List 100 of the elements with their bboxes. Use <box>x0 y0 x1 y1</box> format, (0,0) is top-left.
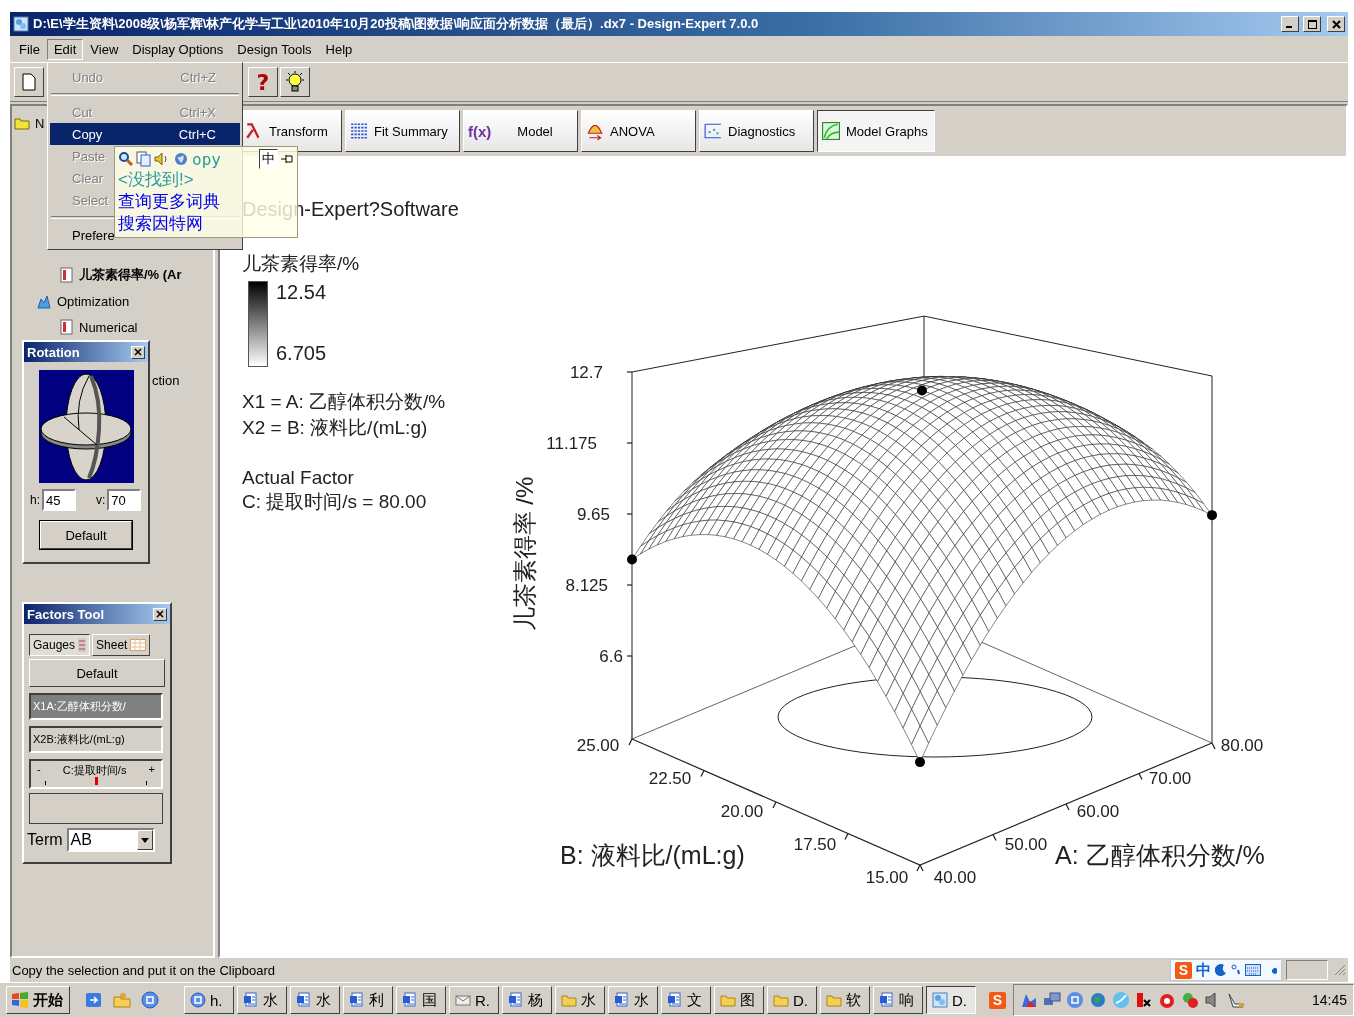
moon-icon[interactable] <box>1215 964 1227 976</box>
search-icon[interactable] <box>118 151 134 167</box>
mode-toggle[interactable]: 中 <box>259 149 278 169</box>
list-icon <box>350 122 368 140</box>
link[interactable]: 搜索因特网 <box>118 213 294 235</box>
taskbar-button[interactable]: 水 <box>290 986 340 1014</box>
status-panel <box>1286 960 1328 980</box>
close-button[interactable] <box>1327 16 1345 32</box>
app-icon <box>13 16 29 32</box>
pin-icon[interactable] <box>280 153 294 165</box>
help-button[interactable]: ? <box>248 67 278 97</box>
taskbar-button[interactable]: 图 <box>714 986 764 1014</box>
factor-gauge[interactable]: - C:提取时间/s + <box>29 759 163 789</box>
document-icon <box>508 992 524 1008</box>
default-button[interactable]: Default <box>40 521 132 549</box>
tab[interactable]: Diagnostics <box>699 110 814 152</box>
menu-item[interactable]: Help <box>318 38 360 60</box>
tab[interactable]: Fit Summary <box>345 110 460 152</box>
document-icon <box>402 992 418 1008</box>
taskbar-button[interactable]: 软 <box>820 986 870 1014</box>
close-button[interactable] <box>153 607 167 621</box>
vertical-angle-field[interactable]: 70 <box>107 489 142 511</box>
scale-label: 12.54 <box>276 281 327 304</box>
menu-item[interactable]: Design Tools <box>230 38 319 60</box>
menu-item[interactable]: File <box>12 38 47 60</box>
start-button[interactable]: 开始 <box>6 986 70 1014</box>
lightbulb-icon <box>285 71 305 93</box>
tip-button[interactable] <box>280 67 310 97</box>
globe-icon[interactable] <box>172 151 190 167</box>
tab[interactable]: ANOVA <box>581 110 696 152</box>
taskbar-button[interactable]: R. <box>449 986 499 1014</box>
globe-icon[interactable] <box>1089 991 1107 1009</box>
usb-device-icon[interactable] <box>1227 991 1245 1009</box>
horizontal-angle-field[interactable]: 45 <box>42 489 76 511</box>
tab[interactable]: f(x) Model <box>463 110 578 152</box>
tree-node-icon <box>58 319 74 335</box>
close-button[interactable] <box>131 345 145 359</box>
app-icon[interactable] <box>141 991 159 1009</box>
minimize-button[interactable] <box>1281 16 1299 32</box>
keyboard-icon[interactable] <box>1245 964 1261 976</box>
panel-title: Rotation <box>27 344 80 360</box>
factor-row[interactable]: X2B:液料比/(mL:g) <box>29 726 163 753</box>
desktop-shortcut-icon[interactable] <box>85 991 103 1009</box>
new-button[interactable] <box>14 67 44 97</box>
tree-item[interactable]: Optimization <box>57 293 130 309</box>
ime-mode-toggle[interactable]: 中 <box>1196 960 1211 980</box>
app-icon <box>190 992 206 1008</box>
tree-node-icon <box>14 115 30 131</box>
tree-item[interactable]: N <box>35 115 45 131</box>
menu-item[interactable]: Copy Ctrl+C <box>50 123 240 145</box>
tick-label: 9.65 <box>576 505 610 524</box>
close-icon <box>156 610 164 618</box>
factor-label: X1 = A: 乙醇体积分数/% <box>242 390 447 414</box>
copy-icon[interactable] <box>136 151 152 167</box>
tree-item[interactable]: Numerical <box>79 319 138 335</box>
status-text: Copy the selection and put it on the Clipboard <box>12 962 276 978</box>
tick-label: 11.175 <box>546 434 597 453</box>
app-icon <box>932 992 948 1008</box>
new-document-icon <box>21 73 37 91</box>
taskbar-button[interactable]: 文 <box>661 986 711 1014</box>
gauge-thumb[interactable] <box>95 777 98 785</box>
shield-icon[interactable] <box>1135 991 1153 1009</box>
field-label: h: <box>30 493 40 507</box>
tree-item[interactable]: 儿茶素得率/% (Ar <box>79 266 182 284</box>
tab[interactable]: Model Graphs <box>817 110 935 152</box>
taskbar-button[interactable]: 水 <box>555 986 605 1014</box>
document-icon <box>349 992 365 1008</box>
taskbar-button[interactable]: 水 <box>608 986 658 1014</box>
menu-item[interactable]: Display Options <box>125 38 231 60</box>
menu-item[interactable]: Edit <box>46 38 84 60</box>
tick-label: 15.00 <box>865 868 909 887</box>
taskbar-button[interactable]: 国 <box>396 986 446 1014</box>
taskbar-button[interactable]: 利 <box>343 986 393 1014</box>
folder-icon <box>561 992 577 1008</box>
taskbar-button[interactable]: D. <box>926 986 976 1014</box>
default-button[interactable]: Default <box>29 659 165 687</box>
response-label: 儿茶素得率/% <box>242 252 361 276</box>
taskbar-button[interactable]: 水 <box>237 986 287 1014</box>
taskbar-button[interactable]: 杨 <box>502 986 552 1014</box>
view-tab[interactable]: Gauges <box>29 634 91 656</box>
contour-graph-icon <box>822 122 840 140</box>
tree-item[interactable]: ction <box>152 372 180 388</box>
term-dropdown[interactable]: AB <box>66 828 155 852</box>
tick-label: 6.6 <box>599 647 623 666</box>
document-icon <box>243 992 259 1008</box>
taskbar-button[interactable]: 响 <box>873 986 923 1014</box>
menu-item[interactable]: View <box>83 38 126 60</box>
speaker-icon[interactable] <box>154 151 170 167</box>
taskbar-button[interactable]: D. <box>767 986 817 1014</box>
taskbar-button[interactable]: h. <box>184 986 234 1014</box>
grid-icon <box>130 639 147 651</box>
rotation-ball-drawing[interactable] <box>39 370 134 483</box>
document-icon <box>614 992 630 1008</box>
close-icon <box>1331 19 1341 29</box>
factor-row[interactable]: X1A:乙醇体积分数/ <box>29 693 163 720</box>
resize-grip-icon[interactable] <box>1334 964 1346 976</box>
ring-icon[interactable] <box>1158 991 1176 1009</box>
view-tab[interactable]: Sheet <box>92 634 151 656</box>
maximize-button[interactable] <box>1303 16 1321 32</box>
envelope-icon <box>455 992 471 1008</box>
